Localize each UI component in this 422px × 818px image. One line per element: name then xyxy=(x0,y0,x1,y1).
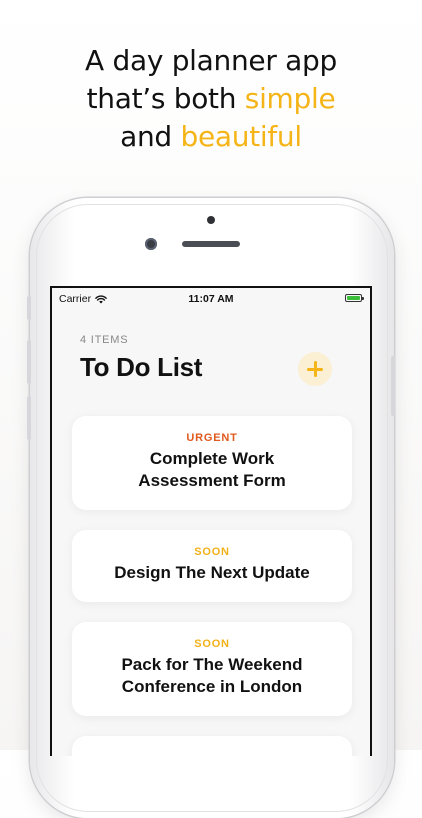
task-title: Complete Work Assessment Form xyxy=(72,448,352,492)
task-tag: SOON xyxy=(194,546,230,558)
volume-up-button xyxy=(27,340,31,384)
headline-accent-simple: simple xyxy=(244,82,336,115)
task-card[interactable] xyxy=(72,736,352,756)
app-screen: Carrier 11:07 AM 4 ITEMS To Do List URGE… xyxy=(50,286,372,756)
task-tag: SOON xyxy=(194,638,230,650)
status-bar: Carrier 11:07 AM xyxy=(52,288,370,310)
headline-line-3: and beautiful xyxy=(0,118,422,156)
headline-accent-beautiful: beautiful xyxy=(180,120,303,153)
add-item-button[interactable] xyxy=(298,352,332,386)
task-card[interactable]: SOON Design The Next Update xyxy=(72,530,352,602)
headline-line-1: A day planner app xyxy=(85,44,337,77)
battery-charging-icon xyxy=(345,294,364,302)
task-title-line-1: Design The Next Update xyxy=(114,563,310,582)
battery-cap xyxy=(362,297,364,300)
task-title-line-2: Conference in London xyxy=(121,677,303,696)
task-title-line-1: Complete Work xyxy=(149,449,275,468)
task-title: Pack for The Weekend Conference in Londo… xyxy=(72,654,352,698)
task-title-line-1: Pack for The Weekend xyxy=(121,655,303,674)
status-time: 11:07 AM xyxy=(188,293,234,305)
headline-line-2-text: that’s both xyxy=(86,82,245,115)
battery-level-fill xyxy=(347,296,360,300)
task-card[interactable]: SOON Pack for The Weekend Conference in … xyxy=(72,622,352,716)
earpiece-speaker xyxy=(182,241,240,247)
power-button xyxy=(391,356,395,416)
task-tag: URGENT xyxy=(186,432,238,444)
page-title: To Do List xyxy=(80,352,203,382)
headline-line-2: that’s both simple xyxy=(0,80,422,118)
headline-line-3-text: and xyxy=(120,120,181,153)
proximity-sensor xyxy=(207,216,215,224)
task-title: Design The Next Update xyxy=(72,562,352,584)
task-title-line-2: Assessment Form xyxy=(138,471,286,490)
task-card[interactable]: URGENT Complete Work Assessment Form xyxy=(72,416,352,510)
mute-switch xyxy=(27,296,31,320)
volume-down-button xyxy=(27,396,31,440)
item-count: 4 ITEMS xyxy=(80,334,129,346)
front-camera xyxy=(145,238,157,250)
promo-headline: A day planner app that’s both simple and… xyxy=(0,42,422,156)
